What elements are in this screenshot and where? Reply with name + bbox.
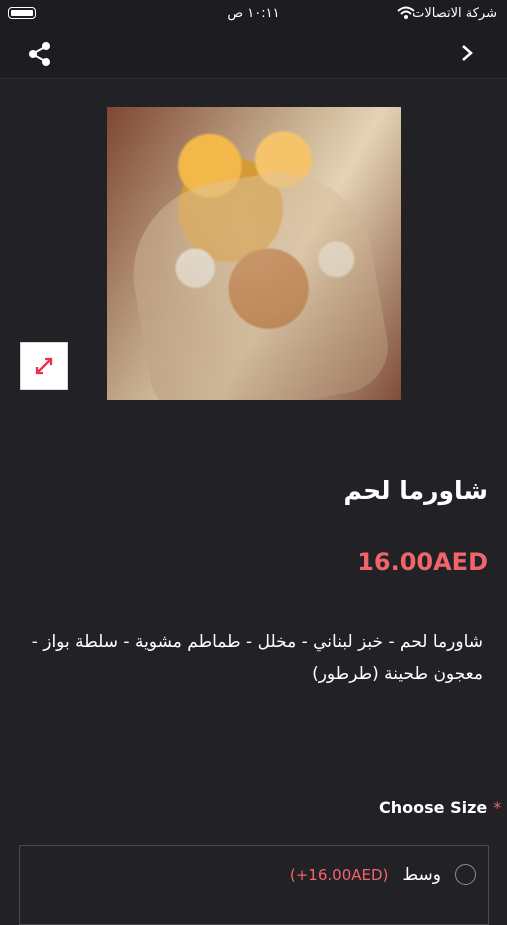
product-title: شاورما لحم <box>343 476 488 505</box>
expand-image-button[interactable] <box>20 342 68 390</box>
radio-button[interactable] <box>455 864 476 885</box>
product-price: 16.00AED <box>357 548 488 576</box>
choose-size-label: Choose Size * <box>379 798 501 817</box>
choose-size-text: Choose Size <box>379 798 488 817</box>
carrier-name: شركة الاتصالات <box>412 6 497 21</box>
size-option-price: (+16.00AED) <box>289 865 389 884</box>
required-mark: * <box>493 798 502 817</box>
chevron-right-icon[interactable] <box>457 42 477 64</box>
size-option-label: وسط <box>402 864 441 885</box>
size-options-box: وسط (+16.00AED) <box>19 845 489 925</box>
status-bar: ١٠:١١ ص شركة الاتصالات <box>0 0 507 28</box>
product-image <box>107 107 401 400</box>
header <box>0 28 507 79</box>
share-icon[interactable] <box>26 40 54 68</box>
status-time: ١٠:١١ ص <box>227 6 280 21</box>
battery-icon <box>8 7 36 19</box>
size-option-medium[interactable]: وسط (+16.00AED) <box>290 864 476 885</box>
product-description: شاورما لحم - خبز لبناني - مخلل - طماطم م… <box>31 632 483 684</box>
expand-icon <box>35 357 53 375</box>
